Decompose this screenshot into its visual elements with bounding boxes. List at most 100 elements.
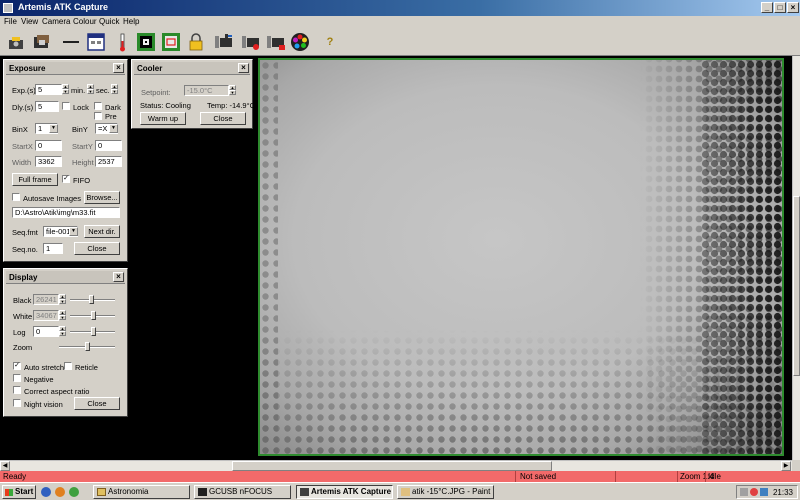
starty-label: StartY [72, 142, 93, 151]
next-dir-button[interactable]: Next dir. [84, 225, 120, 238]
setpoint-spinner[interactable]: ▲ ▼ [229, 85, 236, 96]
status-separator [615, 471, 616, 482]
black-field[interactable]: 26241 [33, 294, 59, 305]
cooler-status-text: Status: Cooling [140, 101, 191, 110]
exposure-close-button[interactable]: Close [74, 242, 120, 255]
lock-checkbox[interactable] [62, 102, 70, 110]
line-icon[interactable] [60, 31, 82, 53]
exposure-close-icon[interactable]: × [113, 63, 124, 73]
scroll-left-icon[interactable]: ◀ [0, 461, 10, 471]
camera-image [260, 60, 782, 454]
task-gcusb-nfocus[interactable]: GCUSB nFOCUS [194, 485, 291, 499]
window-title: Artemis ATK Capture [18, 2, 109, 12]
sec-spinner[interactable]: ▲ ▼ [111, 84, 118, 95]
seqno-field[interactable]: 1 [43, 243, 63, 254]
exp-field[interactable]: 5 [35, 84, 62, 95]
full-frame-button[interactable]: Full frame [12, 173, 58, 186]
status-separator [705, 471, 706, 482]
browser-icon[interactable] [41, 487, 51, 497]
window-icon[interactable] [85, 31, 107, 53]
tray-network-icon[interactable] [760, 488, 768, 496]
horizontal-scroll-thumb[interactable] [232, 461, 552, 471]
scroll-right-icon[interactable]: ▶ [781, 461, 791, 471]
tray-shield-icon[interactable] [750, 488, 758, 496]
night-vision-checkbox[interactable] [13, 399, 21, 407]
cooler-close-button[interactable]: Close [200, 112, 246, 125]
lock-label: Lock [73, 103, 89, 112]
tray-arrow-icon[interactable] [740, 488, 748, 496]
camera-in-icon[interactable] [213, 31, 235, 53]
reticle-checkbox[interactable] [64, 362, 72, 370]
black-spinner[interactable]: ▲ ▼ [59, 294, 66, 305]
camera-out-icon[interactable] [265, 31, 287, 53]
display-close-icon[interactable]: × [113, 272, 124, 282]
starty-field[interactable]: 0 [95, 140, 122, 151]
aspect-checkbox[interactable] [13, 386, 21, 394]
maximize-button[interactable]: □ [774, 2, 786, 13]
thermometer-icon[interactable] [112, 31, 134, 53]
startx-field[interactable]: 0 [35, 140, 62, 151]
binx-label: BinX [12, 125, 28, 134]
start-label: Start [15, 487, 34, 496]
image-view[interactable] [258, 58, 784, 456]
white-spinner[interactable]: ▲ ▼ [59, 310, 66, 321]
camera-save-icon[interactable] [5, 31, 27, 53]
dark-checkbox[interactable] [94, 102, 102, 110]
browse-button[interactable]: Browse... [84, 191, 120, 204]
task-artemis[interactable]: Artemis ATK Capture [296, 485, 393, 499]
task-astronomia[interactable]: Astronomia [93, 485, 190, 499]
status-bar: Ready Not saved Zoom 1:4 Idle [0, 471, 800, 482]
black-slider-thumb[interactable] [89, 295, 94, 304]
firefox-icon[interactable] [55, 487, 65, 497]
start-button[interactable]: Start [2, 485, 36, 499]
startx-label: StartX [12, 142, 33, 151]
setpoint-label: Setpoint: [141, 88, 171, 97]
target-icon[interactable] [135, 31, 157, 53]
menu-view[interactable]: View [21, 17, 38, 26]
min-spinner[interactable]: ▲ ▼ [87, 84, 94, 95]
dly-field[interactable]: 5 [35, 101, 59, 112]
biny-dropdown-icon[interactable]: ▼ [109, 124, 118, 133]
zoom-slider-thumb[interactable] [85, 342, 90, 351]
exp-spinner[interactable]: ▲ ▼ [62, 84, 69, 95]
pre-checkbox[interactable] [94, 112, 102, 120]
close-window-button[interactable]: × [787, 2, 799, 13]
binx-dropdown-icon[interactable]: ▼ [49, 124, 58, 133]
minimize-button[interactable]: _ [761, 2, 773, 13]
horizontal-scrollbar[interactable]: ◀ ▶ [0, 460, 792, 471]
film-icon[interactable] [31, 31, 53, 53]
white-slider-thumb[interactable] [91, 311, 96, 320]
cooler-close-icon[interactable]: × [238, 63, 249, 73]
log-slider-thumb[interactable] [91, 327, 96, 336]
task-paint[interactable]: atik -15°C.JPG - Paint [397, 485, 494, 499]
title-bar: Artemis ATK Capture _ □ × [0, 0, 800, 16]
setpoint-field[interactable]: -15.0°C [184, 85, 229, 96]
width-field[interactable]: 3362 [35, 156, 62, 167]
fifo-checkbox[interactable]: ✓ [62, 175, 70, 183]
warm-up-button[interactable]: Warm up [140, 112, 186, 125]
vertical-scrollbar[interactable] [792, 56, 800, 460]
log-spinner[interactable]: ▲ ▼ [59, 326, 66, 337]
auto-stretch-checkbox[interactable]: ✓ [13, 362, 21, 370]
height-field[interactable]: 2537 [95, 156, 122, 167]
menu-quick[interactable]: Quick [99, 17, 119, 26]
vertical-scroll-thumb[interactable] [793, 196, 800, 376]
menu-help[interactable]: Help [123, 17, 139, 26]
frame-icon[interactable] [160, 31, 182, 53]
display-close-button[interactable]: Close [74, 397, 120, 410]
help-icon[interactable]: ? [319, 31, 341, 53]
sec-label: sec. [96, 86, 110, 95]
media-icon[interactable] [69, 487, 79, 497]
menu-colour[interactable]: Colour [73, 17, 97, 26]
log-field[interactable]: 0 [33, 326, 59, 337]
menu-camera[interactable]: Camera [42, 17, 70, 26]
lock-icon[interactable] [185, 31, 207, 53]
negative-checkbox[interactable] [13, 374, 21, 382]
color-wheel-icon[interactable] [289, 31, 311, 53]
white-field[interactable]: 34067 [33, 310, 59, 321]
seqfmt-dropdown-icon[interactable]: ▼ [69, 227, 78, 236]
autosave-checkbox[interactable] [12, 193, 20, 201]
path-field[interactable]: D:\Astro\Atik\img\m33.fit [12, 207, 120, 218]
camera-rec-icon[interactable] [240, 31, 262, 53]
menu-file[interactable]: File [4, 17, 17, 26]
